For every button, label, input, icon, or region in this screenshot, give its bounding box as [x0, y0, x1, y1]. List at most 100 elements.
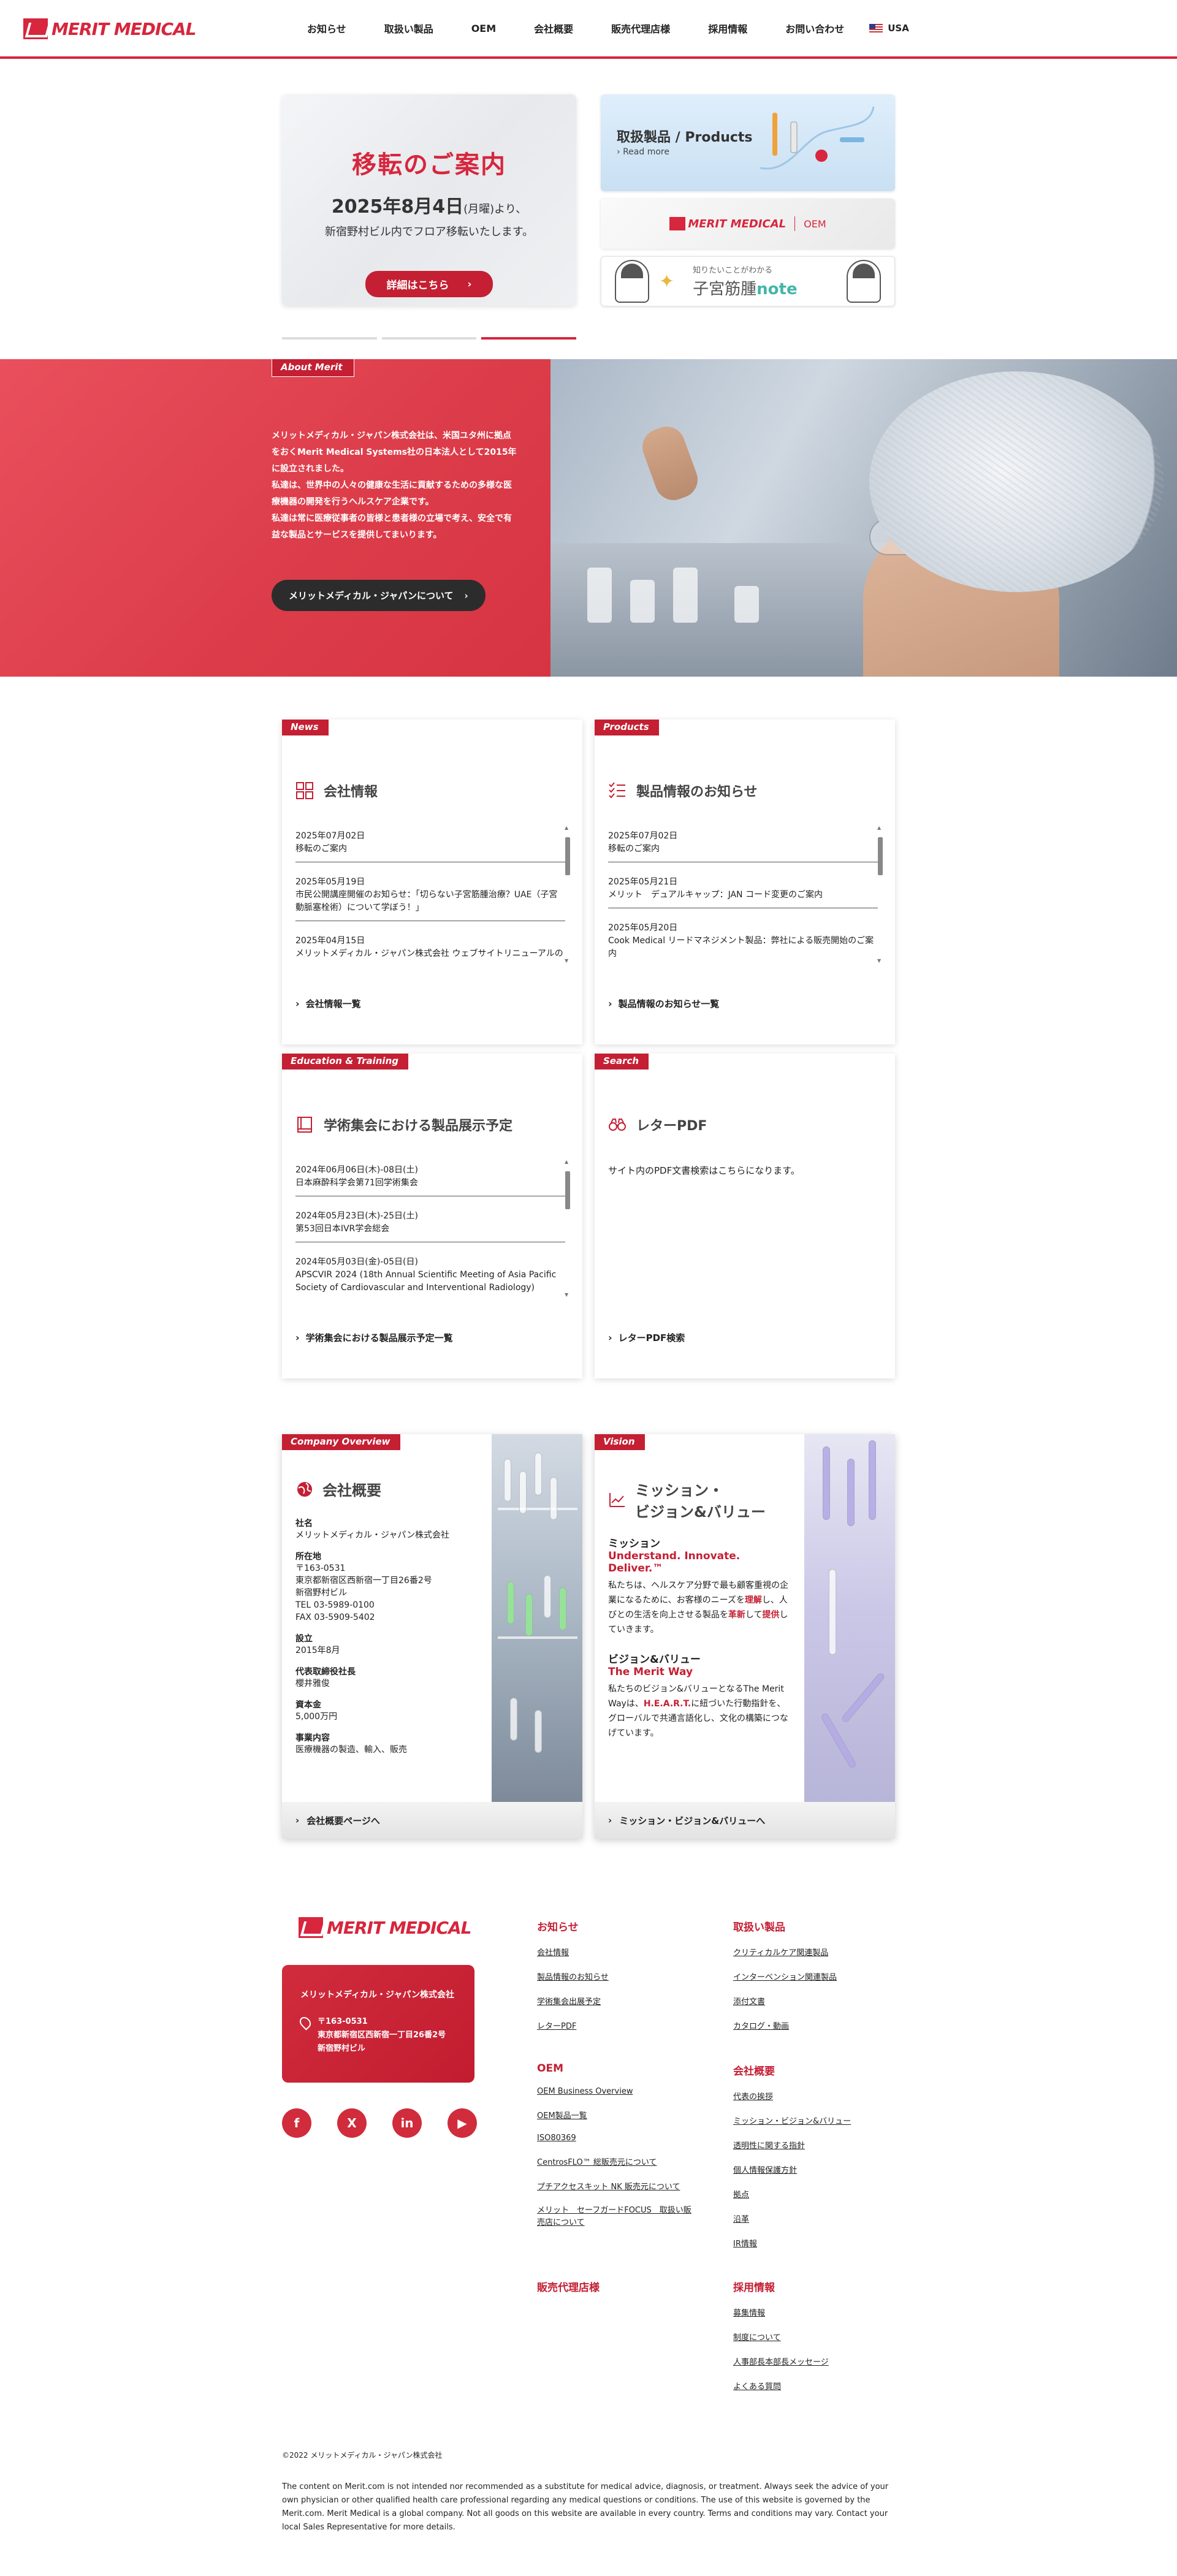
- list-item[interactable]: 2024年05月03日(金)-05日(日) APSCVIR 2024 (18th …: [295, 1251, 565, 1294]
- slider-dot-active[interactable]: [481, 337, 577, 340]
- education-list[interactable]: 2024年06月06日(木)-08日(土) 日本麻酔科学会第71回学術集会 202…: [295, 1159, 565, 1294]
- note-banner[interactable]: ✦ 知りたいことがわかる 子宮筋腫note: [601, 256, 895, 306]
- news-all-link[interactable]: › 会社情報一覧: [295, 997, 361, 1010]
- footer-link[interactable]: 会社情報: [537, 1946, 721, 1958]
- products-list[interactable]: 2025年07月02日 移転のご案内 2025年05月21日 メリット デュアルキャ…: [608, 825, 878, 960]
- merit-logo-mark-icon: [23, 18, 48, 39]
- footer-link[interactable]: メリット セーフガードFOCUS 取扱い販売店について: [537, 2205, 696, 2229]
- photo-syringe: [820, 1712, 858, 1769]
- footer-link[interactable]: 代表の挨拶: [733, 2090, 917, 2102]
- slide-detail-button[interactable]: 詳細はこちら ›: [365, 271, 493, 297]
- mission-heading: ミッション: [608, 1538, 660, 1550]
- x-twitter-icon[interactable]: X: [337, 2108, 367, 2138]
- products-link-label: 製品情報のお知らせ一覧: [618, 998, 720, 1009]
- about-text: メリットメディカル・ジャパン株式会社は、米国ユタ州に拠点をおくMerit Med…: [272, 431, 517, 540]
- nav-contact[interactable]: お問い合わせ: [766, 21, 863, 36]
- footer-link[interactable]: プチアクセスキット NK 販売元について: [537, 2180, 721, 2192]
- vision-values-heading: ビジョン&バリュー: [608, 1654, 701, 1666]
- scrollbar[interactable]: [877, 825, 883, 963]
- item-date: 2024年06月06日(木)-08日(土): [295, 1165, 418, 1175]
- nav-company[interactable]: 会社概要: [515, 21, 592, 36]
- footer-link[interactable]: OEM Business Overview: [537, 2087, 721, 2096]
- slider-dot[interactable]: [282, 337, 377, 340]
- info-label: 所在地: [295, 1552, 321, 1562]
- footer-link[interactable]: インターベンション関連製品: [733, 1970, 917, 1982]
- footer-link[interactable]: レターPDF: [537, 2019, 721, 2031]
- region-label: USA: [888, 23, 909, 34]
- about-button[interactable]: メリットメディカル・ジャパンについて ›: [272, 580, 486, 611]
- footer-logo[interactable]: MERIT MEDICAL: [299, 1917, 472, 1938]
- footer-link[interactable]: 沿革: [733, 2213, 917, 2224]
- footer-link[interactable]: 拠点: [733, 2188, 917, 2200]
- scrollbar[interactable]: [565, 825, 570, 963]
- hero-slide[interactable]: 移転のご案内 2025年8月4日(月曜)より、 新宿野村ビル内でフロア移転いたし…: [282, 94, 576, 306]
- vision-link[interactable]: › ミッション・ビジョン&バリューへ: [595, 1802, 895, 1839]
- list-item[interactable]: 2024年05月23日(木)-25日(土) 第53回日本IVR学会総会: [295, 1205, 565, 1242]
- footer-link[interactable]: ミッション・ビジョン&バリュー: [733, 2114, 917, 2126]
- info-value: 櫻井雅俊: [295, 1679, 330, 1689]
- list-item[interactable]: 2025年07月02日 移転のご案内: [608, 825, 878, 862]
- scrollbar-thumb[interactable]: [878, 837, 883, 875]
- scrollbar-thumb[interactable]: [565, 837, 570, 875]
- news-list[interactable]: 2025年07月02日 移転のご案内 2025年05月19日 市民公開講座開催のお知…: [295, 825, 565, 960]
- item-date: 2025年05月20日: [608, 923, 678, 933]
- products-banner-title: 取扱製品 / Products: [617, 130, 753, 145]
- footer-link[interactable]: カタログ・動画: [733, 2019, 917, 2031]
- footer-link[interactable]: 添付文書: [733, 1995, 917, 2007]
- search-card: Search レターPDF サイト内のPDF文書検索はこちらになります。 › レタ…: [595, 1054, 895, 1378]
- item-text: メリットメディカル・ジャパン株式会社 ウェブサイトリニューアルのお知らせ: [295, 949, 563, 959]
- footer-link[interactable]: よくある質問: [733, 2380, 917, 2392]
- list-item[interactable]: 2025年05月21日 メリット デュアルキャップ：JAN コード変更のご案内: [608, 871, 878, 908]
- oem-banner[interactable]: MERIT MEDICAL OEM: [601, 199, 895, 249]
- chevron-right-icon: ›: [295, 998, 300, 1009]
- item-date: 2025年05月19日: [295, 877, 365, 887]
- footer-link[interactable]: CentrosFLO™ 総販売元について: [537, 2156, 721, 2167]
- footer-link[interactable]: IR情報: [733, 2237, 917, 2249]
- products-all-link[interactable]: › 製品情報のお知らせ一覧: [608, 997, 719, 1010]
- nav-news[interactable]: お知らせ: [288, 21, 365, 36]
- nav-recruit[interactable]: 採用情報: [689, 21, 766, 36]
- nav-products[interactable]: 取扱い製品: [365, 21, 452, 36]
- slider-dot[interactable]: [381, 337, 477, 340]
- footer-link[interactable]: 制度について: [733, 2331, 917, 2342]
- products-heading: 製品情報のお知らせ: [608, 781, 758, 800]
- region-switch[interactable]: USA: [863, 23, 909, 34]
- products-tag: Products: [595, 720, 659, 735]
- list-item[interactable]: 2025年07月02日 移転のご案内: [295, 825, 565, 862]
- footer-link[interactable]: 人事部長本部長メッセージ: [733, 2355, 917, 2367]
- youtube-icon[interactable]: ▶: [448, 2108, 477, 2138]
- scrollbar[interactable]: [565, 1159, 570, 1297]
- footer-link[interactable]: クリティカルケア関連製品: [733, 1946, 917, 1958]
- grid-icon: [296, 782, 313, 799]
- nav-oem[interactable]: OEM: [452, 23, 515, 34]
- education-all-link[interactable]: › 学術集会における製品展示予定一覧: [295, 1331, 453, 1344]
- footer-link[interactable]: OEM製品一覧: [537, 2109, 721, 2121]
- list-item[interactable]: 2024年06月06日(木)-08日(土) 日本麻酔科学会第71回学術集会: [295, 1159, 565, 1196]
- footer-link[interactable]: ISO80369: [537, 2133, 721, 2143]
- site-logo[interactable]: MERIT MEDICAL: [23, 18, 197, 39]
- mission-highlight: 理解: [744, 1595, 762, 1605]
- list-item[interactable]: 2025年05月19日 市民公開講座開催のお知らせ：「切らない子宮筋腫治療？UAE…: [295, 871, 565, 921]
- footer-link[interactable]: 募集情報: [733, 2306, 917, 2318]
- vision-link-label: ミッション・ビジョン&バリューへ: [619, 1815, 766, 1826]
- footer-link[interactable]: 学術集会出展予定: [537, 1995, 721, 2007]
- list-item[interactable]: 2025年04月15日 メリットメディカル・ジャパン株式会社 ウェブサイトリニュー…: [295, 930, 565, 960]
- photo-rack: [498, 1636, 577, 1639]
- list-item[interactable]: 2025年05月20日 Cook Medical リードマネジメント製品：弊社によ…: [608, 917, 878, 960]
- footer-col-title[interactable]: 販売代理店様: [537, 2279, 721, 2294]
- footer-link[interactable]: 製品情報のお知らせ: [537, 1970, 721, 1982]
- nav-agents[interactable]: 販売代理店様: [592, 21, 689, 36]
- vision-title: ミッション・ ビジョン&バリュー: [635, 1478, 766, 1521]
- facebook-icon[interactable]: f: [282, 2108, 311, 2138]
- search-tag: Search: [595, 1054, 649, 1070]
- company-tag: Company Overview: [282, 1434, 400, 1450]
- search-link[interactable]: › レターPDF検索: [608, 1331, 685, 1344]
- footer-link[interactable]: 透明性に関する指針: [733, 2139, 917, 2151]
- company-overview-link[interactable]: › 会社概要ページへ: [282, 1802, 582, 1839]
- photo-tube: [535, 1710, 542, 1753]
- linkedin-icon[interactable]: in: [392, 2108, 422, 2138]
- products-banner[interactable]: 取扱製品 / Products › Read more: [601, 94, 895, 191]
- footer-link[interactable]: 個人情報保護方針: [733, 2164, 917, 2175]
- scrollbar-thumb[interactable]: [565, 1171, 570, 1209]
- mission-tagline: Understand. Innovate. Deliver.™: [608, 1550, 741, 1575]
